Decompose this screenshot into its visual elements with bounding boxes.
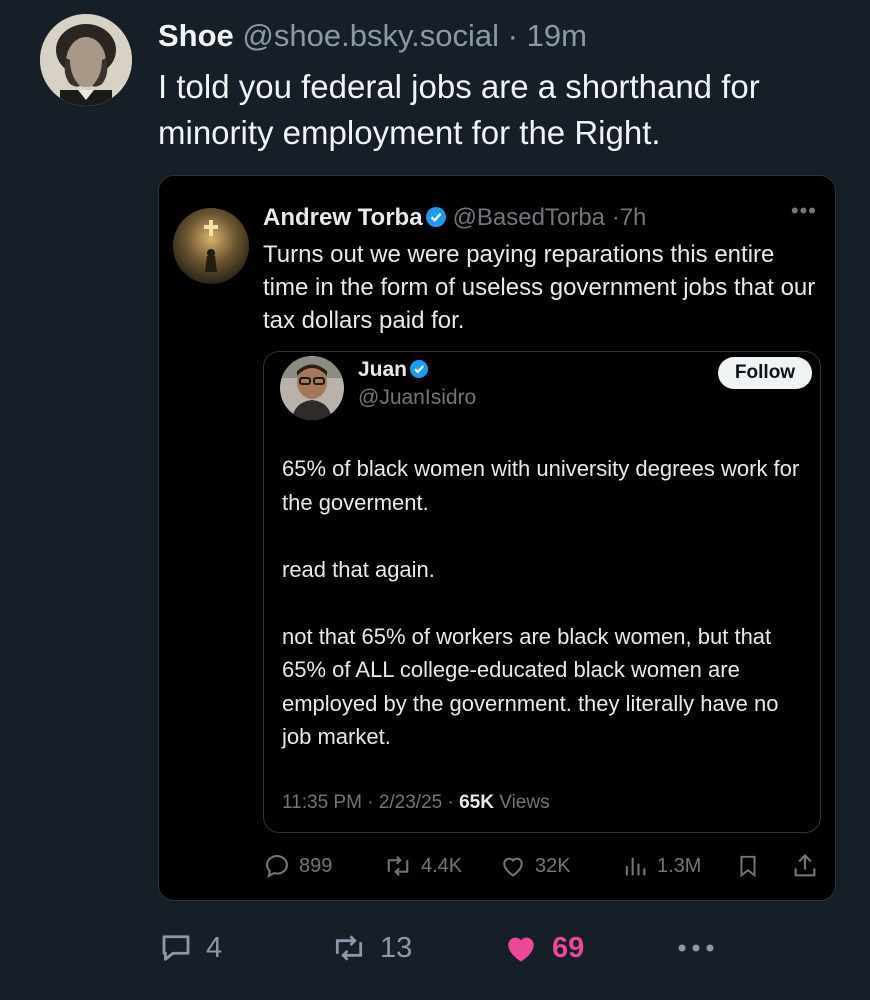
author-name[interactable]: Shoe — [158, 18, 234, 53]
bookmark-icon — [735, 848, 761, 884]
heart-filled-icon — [508, 937, 534, 962]
inner-post-time: 11:35 PM — [282, 792, 362, 813]
quoted-author-name: Andrew Torba — [263, 204, 423, 231]
follow-button: Follow — [718, 357, 812, 389]
quoted-separator: · — [611, 204, 620, 231]
inner-author-name-row: Juan — [358, 358, 435, 385]
inner-post-meta: 11:35 PM · 2/23/25 · 65K Views — [282, 792, 550, 813]
heart-icon — [503, 857, 523, 877]
more-options-button[interactable] — [676, 924, 716, 972]
inner-post-date: 2/23/25 — [378, 792, 443, 813]
ellipsis-icon — [678, 944, 714, 952]
quoted-author-avatar — [173, 208, 249, 284]
inner-paragraph: not that 65% of workers are black women,… — [282, 623, 779, 750]
quoted-author-handle: @BasedTorba — [452, 204, 606, 231]
quoted-time: 7h — [619, 204, 647, 231]
repost-button[interactable]: 13 — [330, 924, 412, 972]
quoted-views-count: 1.3M — [657, 854, 702, 877]
verified-badge-icon — [425, 205, 447, 237]
post-header: Shoe @shoe.bsky.social · 19m — [158, 18, 587, 54]
share-icon — [791, 848, 819, 884]
inner-quoted-post: Juan @JuanIsidro Follow 65% of black wom… — [263, 351, 821, 833]
repost-icon — [387, 856, 409, 876]
quoted-action-bar: 899 4.4K 32K 1.3M — [263, 848, 823, 884]
quoted-like-count: 32K — [535, 854, 571, 877]
more-options-icon: ••• — [790, 198, 817, 223]
separator-dot: · — [507, 18, 518, 53]
like-count: 69 — [552, 931, 585, 964]
views-label: Views — [499, 792, 550, 813]
views-count: 65K — [459, 792, 494, 813]
post-text: I told you federal jobs are a shorthand … — [158, 68, 760, 151]
reply-icon — [266, 855, 288, 878]
inner-paragraph: read that again. — [282, 556, 435, 582]
reply-button[interactable]: 4 — [158, 924, 222, 972]
post-time[interactable]: 19m — [527, 18, 587, 53]
quoted-text: Turns out we were paying reparations thi… — [263, 241, 816, 334]
inner-verified-badge-icon — [409, 359, 429, 385]
reply-count: 4 — [206, 931, 223, 964]
author-avatar[interactable] — [40, 14, 132, 106]
quoted-views-action: 1.3M — [621, 848, 701, 884]
quoted-repost-action: 4.4K — [383, 848, 462, 884]
bluesky-post: Shoe @shoe.bsky.social · 19m I told you … — [0, 0, 870, 1000]
repost-icon — [335, 935, 363, 961]
views-chart-icon — [625, 857, 646, 876]
quoted-repost-count: 4.4K — [421, 854, 463, 877]
quoted-like-action: 32K — [499, 848, 571, 884]
inner-author-avatar — [280, 356, 344, 420]
inner-author-name: Juan — [358, 358, 408, 381]
quoted-reply-count: 899 — [299, 854, 333, 877]
inner-post-text: 65% of black women with university degre… — [282, 452, 812, 787]
like-button[interactable]: 69 — [502, 924, 584, 972]
quoted-image[interactable]: Andrew Torba @BasedTorba ·7h ••• Turns ou… — [158, 175, 836, 901]
quoted-reply-action: 899 — [263, 848, 332, 884]
repost-count: 13 — [380, 931, 413, 964]
comment-icon — [162, 935, 190, 961]
post-action-bar: 4 13 69 — [158, 924, 848, 972]
inner-author-handle: @JuanIsidro — [358, 386, 477, 409]
inner-paragraph: 65% of black women with university degre… — [282, 456, 800, 515]
author-handle[interactable]: @shoe.bsky.social — [242, 18, 499, 53]
quoted-header: Andrew Torba @BasedTorba ·7h — [263, 202, 646, 237]
